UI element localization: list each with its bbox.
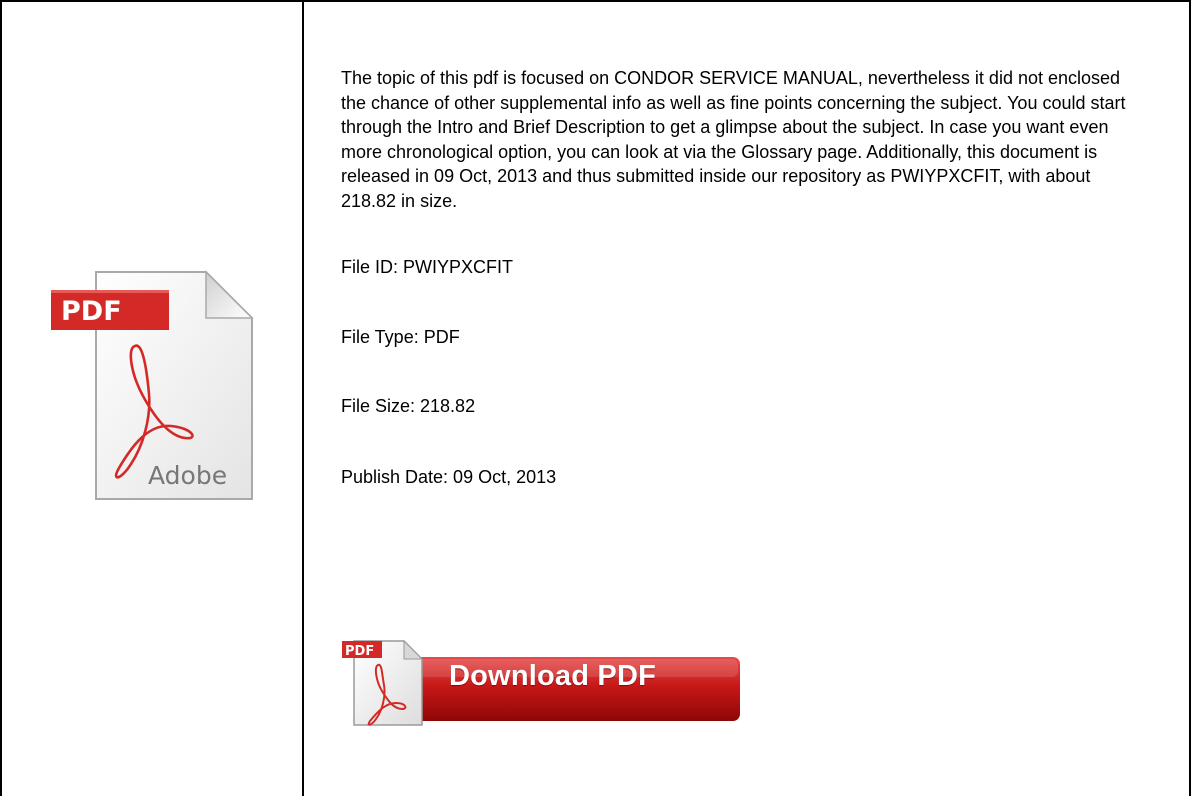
description-text: The topic of this pdf is focused on COND…	[341, 68, 1126, 211]
pdf-icon-label: PDF	[61, 296, 122, 327]
adobe-brand-text: Adobe	[148, 461, 227, 490]
download-badge-text: PDF	[345, 644, 374, 659]
file-type: File Type: PDF	[341, 327, 460, 347]
pdf-document-icon: PDF Adobe	[51, 268, 256, 504]
column-divider	[302, 0, 304, 796]
file-size: File Size: 218.82	[341, 396, 476, 416]
publish-date: Publish Date: 09 Oct, 2013	[341, 467, 557, 487]
file-id: File ID: PWIYPXCFIT	[341, 257, 514, 277]
download-pdf-button[interactable]: PDF Download PDF	[342, 635, 742, 727]
adobe-pdf-icon: PDF	[342, 639, 424, 726]
description-block: The topic of this pdf is focused on COND…	[341, 66, 1141, 213]
download-pdf-label: Download PDF	[449, 660, 657, 692]
